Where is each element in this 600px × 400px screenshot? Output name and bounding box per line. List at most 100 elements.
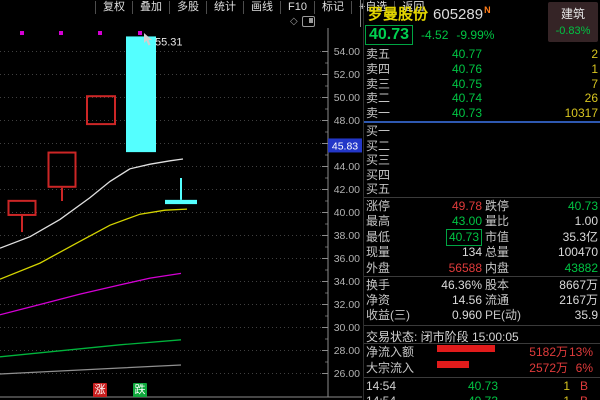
flow-pct: 13% <box>569 345 593 361</box>
stat-value: 40.73 <box>568 199 598 214</box>
stat-label: 流通 <box>485 293 509 308</box>
axis-label: 28.00 <box>334 345 360 357</box>
order-price: 40.75 <box>452 77 482 92</box>
stat-label: PE(动) <box>485 308 521 323</box>
order-level-label: 卖五 <box>366 47 390 62</box>
tick-row[interactable]: 14:5440.731B <box>364 379 600 394</box>
tick-row[interactable]: 14:5440.731B <box>364 394 600 400</box>
stock-code: 605289 <box>433 6 483 23</box>
stats-row: 换手46.36%股本8667万 <box>364 278 600 293</box>
flow-pct: 6% <box>576 361 593 377</box>
quote-row: 40.73 -4.52 -9.99% <box>364 24 600 45</box>
stats-row: 涨停49.78跌停40.73 <box>364 199 600 214</box>
tick-trade-list[interactable]: 14:5440.731B14:5440.731B <box>364 379 600 400</box>
axis-label: 36.00 <box>334 253 360 265</box>
diamond-icon[interactable]: ◇ <box>290 17 298 27</box>
stat-label: 最高 <box>366 214 390 229</box>
stat-label: 净资 <box>366 293 390 308</box>
buy-row-买五[interactable]: 买五 <box>364 182 600 197</box>
axis-label: 48.00 <box>334 115 360 127</box>
toolbar-item-3[interactable]: 多股 <box>169 1 206 14</box>
legend-up-badge[interactable]: 涨 <box>93 383 107 397</box>
stat-label: 最低 <box>366 230 390 245</box>
stat-label: 内盘 <box>485 261 509 276</box>
fund-flow-row: 大宗流入 2572万 6% <box>364 361 600 377</box>
stat-label: 收益(三) <box>366 308 410 323</box>
flow-value: 5182万 <box>529 345 568 361</box>
stat-value: 8667万 <box>559 278 598 293</box>
candle-up <box>49 153 76 187</box>
axis-label: 42.00 <box>334 184 360 196</box>
flow-label: 大宗流入 <box>366 361 414 377</box>
toolbar-item-1[interactable]: 复权 <box>95 1 132 14</box>
toolbar-item-7[interactable]: 标记 <box>314 1 351 14</box>
buy-row-买三[interactable]: 买三 <box>364 153 600 168</box>
stat-label: 总量 <box>485 245 509 260</box>
sell-order-rows: 卖五40.772卖四40.761卖三40.757卖二40.7426卖一40.73… <box>364 47 600 121</box>
order-level-label: 卖一 <box>366 106 390 121</box>
buy-row-买二[interactable]: 买二 <box>364 139 600 154</box>
candle-up <box>87 96 115 124</box>
separator <box>364 343 600 344</box>
order-volume: 10317 <box>565 106 598 121</box>
stat-value: 56588 <box>449 261 482 276</box>
ma-gray <box>0 365 181 374</box>
tick-price: 40.73 <box>468 379 498 394</box>
order-volume: 7 <box>591 77 598 92</box>
kline-chart[interactable]: 54.0052.0050.0048.0046.0044.0042.0040.00… <box>0 28 362 400</box>
stat-value: 1.00 <box>575 214 598 229</box>
stat-label: 跌停 <box>485 199 509 214</box>
ma-yellow <box>0 209 187 279</box>
axis-label: 54.00 <box>334 46 360 58</box>
flow-value: 2572万 <box>529 361 568 377</box>
order-level-label: 卖二 <box>366 91 390 106</box>
ma-magenta <box>0 273 181 314</box>
order-level-label: 买五 <box>366 182 390 197</box>
tick-volume: 1 <box>563 379 570 394</box>
order-price: 40.74 <box>452 91 482 106</box>
axis-label: 32.00 <box>334 299 360 311</box>
stat-label: 现量 <box>366 245 390 260</box>
legend-down-badge[interactable]: 跌 <box>133 383 147 397</box>
sector-name: 建筑 <box>548 5 598 22</box>
stats-row: 现量134总量100470 <box>364 245 600 260</box>
stat-value: 43.00 <box>452 214 482 229</box>
toolbar-item-5[interactable]: 画线 <box>243 1 280 14</box>
axis-label: 26.00 <box>334 368 360 380</box>
axis-label: 30.00 <box>334 322 360 334</box>
buy-row-买四[interactable]: 买四 <box>364 168 600 183</box>
stats-row: 最低 40.73市值 35.3亿 <box>364 230 600 245</box>
tick-time: 14:54 <box>366 379 396 394</box>
order-level-label: 买二 <box>366 139 390 154</box>
stock-name: 罗曼股份 <box>368 6 428 23</box>
stat-label: 量比 <box>485 214 509 229</box>
stat-value: 14.56 <box>452 293 482 308</box>
stock-header: 罗曼股份605289N <box>368 3 491 24</box>
order-price: 40.73 <box>452 106 482 121</box>
sell-row-卖三[interactable]: 卖三 40.75 7 <box>364 77 600 92</box>
tick-price: 40.73 <box>468 394 498 400</box>
stat-value: 35.3亿 <box>563 230 598 245</box>
stat-label: 市值 <box>485 230 509 245</box>
candle-down <box>165 200 197 204</box>
trading-app-window: 复权叠加多股统计画线F10标记+自选返回 ◇ 罗曼股份605289N 建筑 -0… <box>0 0 600 400</box>
toolbar-divider <box>360 0 361 27</box>
sell-row-卖一[interactable]: 卖一 40.73 10317 <box>364 106 600 121</box>
stats-block-1: 涨停49.78跌停40.73最高43.00量比1.00最低40.73市值35.3… <box>364 199 600 276</box>
sell-row-卖二[interactable]: 卖二40.7426 <box>364 91 600 106</box>
stat-value: 134 <box>462 245 482 260</box>
order-price: 40.77 <box>452 47 482 62</box>
stat-value: 40.73 <box>446 229 482 246</box>
toolbar-item-6[interactable]: F10 <box>280 1 314 14</box>
toolbar-item-2[interactable]: 叠加 <box>132 1 169 14</box>
stat-value: 35.9 <box>575 308 598 323</box>
toolbar-item-4[interactable]: 统计 <box>206 1 243 14</box>
card-icon[interactable] <box>302 16 315 27</box>
sell-row-卖五[interactable]: 卖五40.772 <box>364 47 600 62</box>
order-level-label: 买四 <box>366 168 390 183</box>
sell-row-卖四[interactable]: 卖四40.761 <box>364 62 600 77</box>
axis-label: 38.00 <box>334 230 360 242</box>
axis-label: 44.00 <box>334 161 360 173</box>
buy-row-买一[interactable]: 买一 <box>364 124 600 139</box>
order-level-label: 卖三 <box>366 77 390 92</box>
